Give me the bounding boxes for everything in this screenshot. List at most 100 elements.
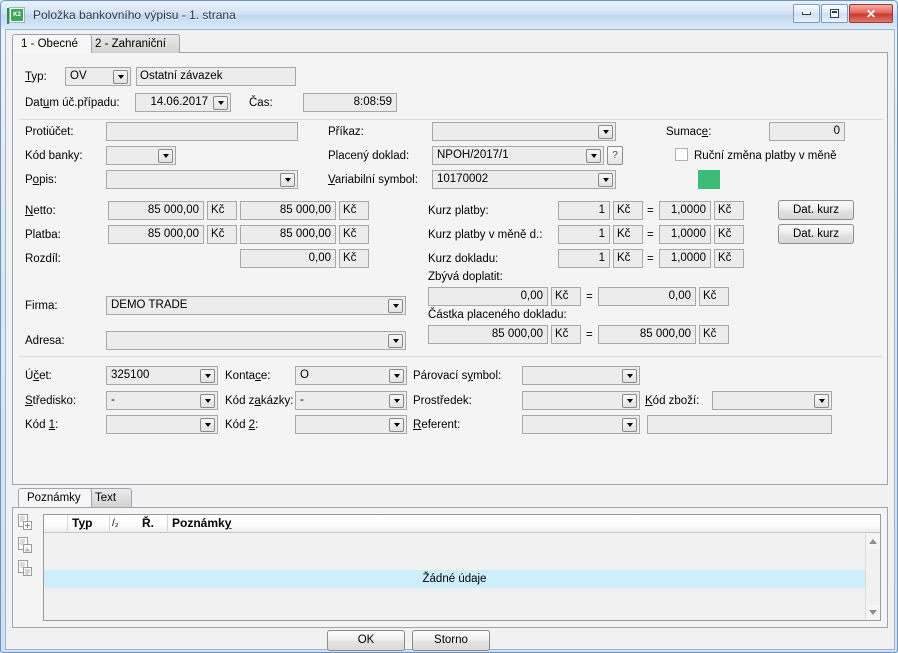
chevron-down-icon[interactable] [388, 334, 403, 348]
kontace-combo[interactable]: O [295, 366, 407, 385]
scroll-up-arrow[interactable] [866, 534, 880, 549]
equals-sign-5: = [586, 329, 593, 341]
window-title: Položka bankovního výpisu - 1. strana [33, 8, 236, 22]
chevron-down-icon[interactable] [388, 299, 403, 313]
platba-value-1[interactable]: 85 000,00 [108, 225, 204, 244]
chevron-down-icon[interactable] [598, 173, 613, 187]
platba-value-2[interactable]: 85 000,00 [240, 225, 336, 244]
note-copy-icon[interactable] [18, 560, 33, 577]
chevron-down-icon[interactable] [200, 394, 215, 408]
datum-combo[interactable]: 14.06.2017 [135, 93, 231, 112]
adresa-combo[interactable] [106, 331, 406, 350]
protiucet-input[interactable] [106, 122, 298, 141]
scroll-down-arrow[interactable] [866, 605, 880, 620]
dat-kurz-button-1[interactable]: Dat. kurz [778, 200, 854, 220]
castka-placeneho-a-currency: Kč [551, 325, 581, 344]
notes-side-toolbar [18, 514, 40, 583]
castka-placeneho-b-currency: Kč [699, 325, 729, 344]
kurz-dokladu-a[interactable]: 1 [558, 249, 610, 268]
chevron-down-icon[interactable] [598, 125, 613, 139]
grid-empty-message-row[interactable]: Žádné údaje [44, 570, 865, 588]
grid-header-poznamky[interactable]: Poznámky [168, 515, 882, 533]
note-new-icon[interactable] [18, 514, 33, 531]
netto-currency-1: Kč [207, 201, 237, 220]
netto-value-2[interactable]: 85 000,00 [240, 201, 336, 220]
firma-combo[interactable]: DEMO TRADE [106, 296, 406, 315]
notes-section: Poznámky Text Typ /₂ Ř. Poznámky Žádné ú… [12, 488, 888, 628]
chevron-down-icon[interactable] [389, 418, 404, 432]
tab-zahranicni[interactable]: 2 - Zahraniční [86, 34, 180, 53]
dat-kurz-button-2[interactable]: Dat. kurz [778, 224, 854, 244]
kod1-combo[interactable] [106, 415, 218, 434]
kurz-platby-mene-b-currency: Kč [714, 225, 744, 244]
minimize-button[interactable] [793, 4, 820, 23]
kurz-dokladu-b[interactable]: 1,0000 [659, 249, 711, 268]
ok-button[interactable]: OK [327, 630, 405, 651]
kod2-combo[interactable] [295, 415, 407, 434]
ucet-combo[interactable]: 325100 [106, 366, 218, 385]
chevron-down-icon[interactable] [389, 369, 404, 383]
kurz-platby-mene-a-currency: Kč [613, 225, 643, 244]
close-icon: ✕ [865, 6, 877, 21]
kod-zakazky-label: Kód zakázky: [225, 395, 294, 407]
prikaz-combo[interactable] [432, 122, 616, 141]
scrollbar-track[interactable] [866, 549, 880, 605]
referent-combo[interactable] [522, 415, 640, 434]
variabilni-symbol-combo[interactable]: 10170002 [432, 170, 616, 189]
kurz-platby-mene-a[interactable]: 1 [558, 225, 610, 244]
placeny-doklad-label: Placený doklad: [328, 150, 410, 162]
chevron-down-icon[interactable] [586, 149, 601, 163]
kurz-platby-a[interactable]: 1 [558, 201, 610, 220]
chevron-down-icon[interactable] [213, 96, 228, 110]
kod-zbozi-label: Kód zboží: [645, 395, 700, 407]
grid-row-empty-2 [44, 552, 865, 570]
chevron-down-icon[interactable] [814, 394, 829, 408]
kod2-label: Kód 2: [225, 419, 259, 431]
grid-vertical-scrollbar[interactable] [865, 534, 880, 620]
restore-button[interactable] [821, 4, 848, 23]
popis-combo[interactable] [106, 170, 298, 189]
tab-text[interactable]: Text [86, 488, 132, 507]
chevron-down-icon[interactable] [622, 418, 637, 432]
kod-zbozi-combo[interactable] [712, 391, 832, 410]
note-image-icon[interactable] [18, 537, 33, 554]
ucet-label: Účet: [25, 370, 52, 382]
grid-row-empty-3 [44, 588, 865, 606]
chevron-down-icon[interactable] [280, 173, 295, 187]
placeny-doklad-combo[interactable]: NPOH/2017/1 [432, 146, 604, 165]
tab-poznamky[interactable]: Poznámky [18, 488, 92, 507]
sumace-value: 0 [769, 122, 845, 141]
cancel-button[interactable]: Storno [412, 630, 490, 651]
kod-zakazky-combo[interactable]: - [295, 391, 407, 410]
kod-banky-combo[interactable] [106, 146, 176, 165]
chevron-down-icon[interactable] [113, 70, 128, 84]
chevron-down-icon[interactable] [389, 394, 404, 408]
chevron-down-icon[interactable] [200, 418, 215, 432]
chevron-down-icon[interactable] [200, 369, 215, 383]
grid-header-typ[interactable]: Typ [68, 515, 110, 533]
kurz-platby-mene-b[interactable]: 1,0000 [659, 225, 711, 244]
close-button[interactable]: ✕ [849, 4, 893, 23]
help-button[interactable]: ? [607, 146, 623, 165]
tab-obecne[interactable]: 1 - Obecné [12, 34, 92, 53]
typ-combo[interactable]: OV [65, 67, 131, 86]
kurz-platby-b[interactable]: 1,0000 [659, 201, 711, 220]
equals-sign-1: = [647, 205, 654, 217]
prostredek-combo[interactable] [522, 391, 640, 410]
kontace-label: Kontace: [225, 370, 271, 382]
platba-currency-2: Kč [339, 225, 369, 244]
chevron-down-icon[interactable] [622, 394, 637, 408]
stredisko-combo[interactable]: - [106, 391, 218, 410]
grid-header-radek[interactable]: Ř. [138, 515, 168, 533]
netto-label: Netto: [25, 205, 56, 217]
title-bar[interactable]: K2 Položka bankovního výpisu - 1. strana… [1, 1, 897, 29]
chevron-down-icon[interactable] [622, 369, 637, 383]
chevron-down-icon[interactable] [158, 149, 173, 163]
referent-extra-input[interactable] [647, 415, 832, 434]
parovaci-symbol-combo[interactable] [522, 366, 640, 385]
rucni-zmena-checkbox[interactable] [675, 148, 688, 161]
firma-label: Firma: [25, 300, 58, 312]
netto-value-1[interactable]: 85 000,00 [108, 201, 204, 220]
notes-grid[interactable]: Typ /₂ Ř. Poznámky Žádné údaje [43, 514, 881, 621]
platba-currency-1: Kč [207, 225, 237, 244]
